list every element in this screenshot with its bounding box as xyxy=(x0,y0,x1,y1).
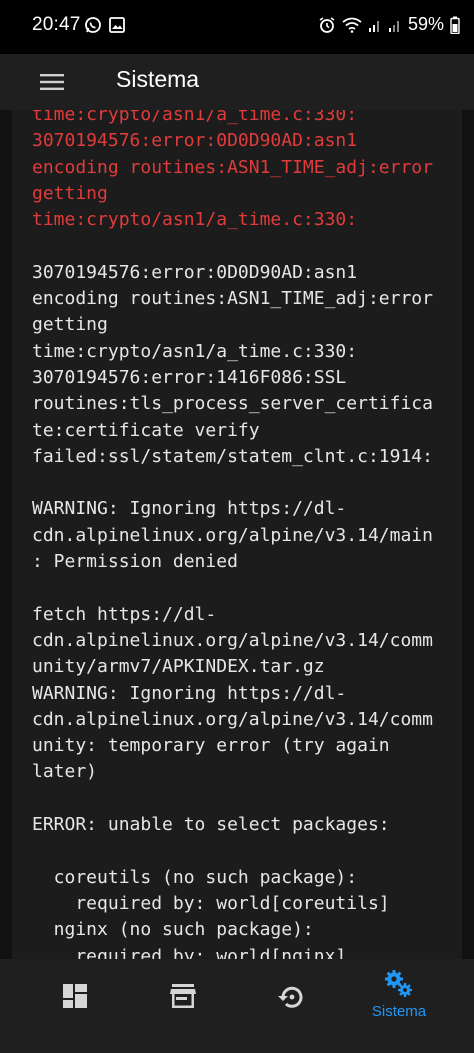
log-line: fetch https://dl- xyxy=(32,603,217,625)
nav-store[interactable] xyxy=(124,959,242,1053)
log-line: required by: world[coreutils] xyxy=(32,892,390,914)
signal-icon xyxy=(368,17,382,33)
log-error-line: encoding routines:ASN1_TIME_adj:error xyxy=(32,156,433,178)
log-line: routines:tls_process_server_certifica xyxy=(32,393,433,415)
dashboard-icon xyxy=(62,983,88,1009)
whatsapp-icon xyxy=(84,16,102,34)
nav-sistema-label: Sistema xyxy=(371,1003,427,1020)
log-line: required by: world[nginx] xyxy=(32,945,347,960)
log-line: encoding routines:ASN1_TIME_adj:error xyxy=(32,288,433,310)
status-right-icons: 59% xyxy=(318,14,460,35)
signal-icon xyxy=(388,17,402,33)
alarm-icon xyxy=(318,16,336,34)
log-line: : Permission denied xyxy=(32,551,238,573)
log-line: cdn.alpinelinux.org/alpine/v3.14/comm xyxy=(32,708,433,730)
store-icon xyxy=(169,983,197,1009)
log-error-line: time:crypto/asn1/a_time.c:330: xyxy=(32,110,358,125)
log-line: coreutils (no such package): xyxy=(32,866,358,888)
nav-sistema[interactable]: Sistema xyxy=(340,959,458,1053)
restore-icon xyxy=(276,983,306,1011)
log-error-line: 3070194576:error:0D0D90AD:asn1 xyxy=(32,130,358,152)
log-line: cdn.alpinelinux.org/alpine/v3.14/comm xyxy=(32,629,433,651)
bottom-nav: Sistema xyxy=(0,959,474,1053)
log-line: unity/armv7/APKINDEX.tar.gz xyxy=(32,656,325,678)
nav-dashboard[interactable] xyxy=(16,959,134,1053)
battery-percent: 59% xyxy=(407,14,444,34)
app-bar: Sistema xyxy=(0,54,474,110)
wifi-icon xyxy=(342,17,362,33)
nav-restore[interactable] xyxy=(232,959,350,1053)
gallery-icon xyxy=(108,16,126,34)
log-line: unity: temporary error (try again xyxy=(32,735,390,757)
log-line: getting xyxy=(32,314,108,336)
log-line: failed:ssl/statem/statem_clnt.c:1914: xyxy=(32,445,433,467)
log-line: later) xyxy=(32,761,98,783)
log-line: nginx (no such package): xyxy=(32,919,314,941)
log-line: ERROR: unable to select packages: xyxy=(32,814,390,836)
log-line: 3070194576:error:0D0D90AD:asn1 xyxy=(32,261,358,283)
log-line: WARNING: Ignoring https://dl- xyxy=(32,682,347,704)
log-panel[interactable]: time:crypto/asn1/a_time.c:330: 307019457… xyxy=(12,110,462,959)
status-left-icons xyxy=(84,16,126,34)
status-bar: 20:47 59% xyxy=(0,0,474,54)
log-output: time:crypto/asn1/a_time.c:330: 307019457… xyxy=(32,110,452,959)
log-line: WARNING: Ignoring https://dl- xyxy=(32,498,347,520)
log-error-line: time:crypto/asn1/a_time.c:330: xyxy=(32,209,358,231)
log-error-line: getting xyxy=(32,182,108,204)
page-title: Sistema xyxy=(116,66,200,92)
log-line: 3070194576:error:1416F086:SSL xyxy=(32,366,347,388)
status-time: 20:47 xyxy=(32,14,81,35)
menu-button[interactable] xyxy=(30,62,74,102)
log-line: time:crypto/asn1/a_time.c:330: xyxy=(32,340,358,362)
settings-gears-icon xyxy=(384,969,414,999)
battery-icon xyxy=(450,16,460,34)
log-line: cdn.alpinelinux.org/alpine/v3.14/main xyxy=(32,524,433,546)
hamburger-menu-icon xyxy=(39,73,65,91)
log-line: te:certificate verify xyxy=(32,419,260,441)
